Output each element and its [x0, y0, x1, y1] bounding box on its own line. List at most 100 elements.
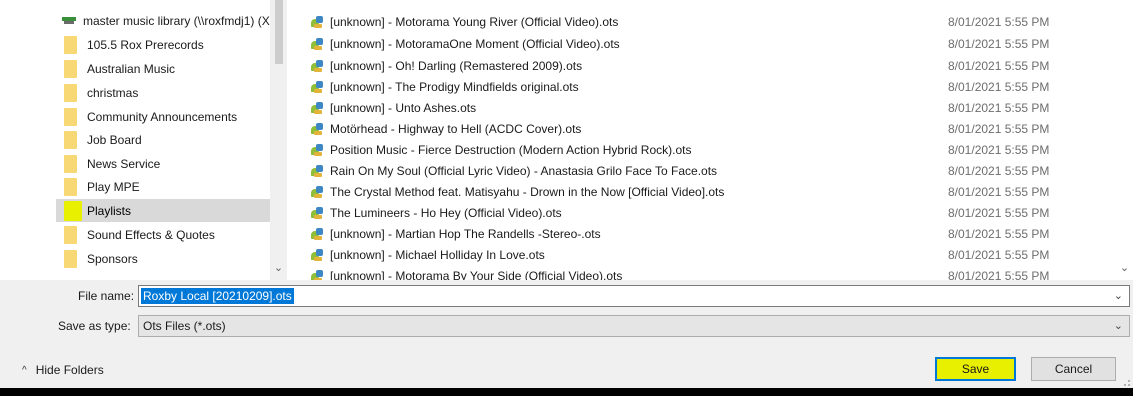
tree-item-label: Sound Effects & Quotes — [87, 227, 215, 242]
file-row[interactable]: [unknown] - Unto Ashes.ots 8/01/2021 5:5… — [296, 97, 1114, 118]
folder-icon — [64, 83, 77, 102]
file-date: 8/01/2021 5:55 PM — [948, 79, 1050, 94]
save-as-type-label: Save as type: — [58, 319, 131, 333]
file-date: 8/01/2021 5:55 PM — [948, 121, 1050, 136]
scroll-down-arrow-icon[interactable]: ⌄ — [272, 262, 285, 274]
file-date: 8/01/2021 5:55 PM — [948, 142, 1050, 157]
file-row[interactable]: [unknown] - MotoramaOne Moment (Official… — [296, 33, 1114, 54]
file-row[interactable]: The Lumineers - Ho Hey (Official Video).… — [296, 202, 1114, 223]
ots-file-icon — [310, 101, 324, 115]
tree-item-label: Australian Music — [87, 61, 176, 76]
chevron-down-icon[interactable]: ⌄ — [1114, 289, 1123, 302]
dialog-footer-panel: File name: Roxby Local [20210209].ots ⌄ … — [0, 280, 1133, 388]
tree-item-master-music-library[interactable]: master music library (\\roxfmdj1) (X:) — [62, 9, 288, 32]
folder-icon — [64, 130, 77, 149]
file-row[interactable]: [unknown] - Michael Holliday In Love.ots… — [296, 244, 1114, 265]
tree-scrollbar-thumb[interactable] — [275, 0, 283, 64]
window-bottom-edge — [0, 388, 1133, 396]
file-row[interactable]: The Crystal Method feat. Matisyahu - Dro… — [296, 181, 1114, 202]
file-name: [unknown] - Unto Ashes.ots — [330, 100, 477, 115]
file-name: Motörhead - Highway to Hell (ACDC Cover)… — [330, 121, 582, 136]
file-date: 8/01/2021 5:55 PM — [948, 226, 1050, 241]
file-name: [unknown] - Michael Holliday In Love.ots — [330, 247, 545, 262]
chevron-down-icon[interactable]: ⌄ — [1114, 319, 1123, 332]
tree-item-community-announcements[interactable]: Community Announcements — [44, 105, 270, 128]
tree-item-label: Play MPE — [87, 179, 140, 194]
save-as-type-select[interactable]: Ots Files (*.ots) ⌄ — [138, 315, 1130, 337]
file-name-input[interactable]: Roxby Local [20210209].ots ⌄ — [138, 285, 1130, 307]
file-date: 8/01/2021 5:55 PM — [948, 14, 1050, 29]
tree-item-australian-music[interactable]: Australian Music — [44, 57, 270, 80]
network-drive-icon — [62, 16, 76, 25]
scroll-down-arrow-icon[interactable]: ⌄ — [1118, 262, 1131, 274]
tree-item-sponsors[interactable]: Sponsors — [44, 247, 270, 270]
folder-icon — [64, 225, 77, 244]
save-as-dialog: master music library (\\roxfmdj1) (X:) 1… — [0, 0, 1133, 396]
tree-item-label: News Service — [87, 156, 161, 171]
folder-icon — [64, 177, 77, 196]
tree-item-label: 105.5 Rox Prerecords — [87, 37, 204, 52]
file-date: 8/01/2021 5:55 PM — [948, 58, 1050, 73]
file-name: [unknown] - Motorama Young River (Offici… — [330, 14, 619, 29]
tree-item-sound-effects-quotes[interactable]: Sound Effects & Quotes — [44, 223, 270, 246]
ots-file-icon — [310, 80, 324, 94]
tree-item-playlists[interactable]: Playlists — [56, 199, 270, 222]
file-name-input-value[interactable]: Roxby Local [20210209].ots — [141, 288, 294, 304]
tree-scrollbar[interactable]: ⌄ — [270, 0, 287, 280]
ots-file-icon — [310, 227, 324, 241]
file-name: Position Music - Fierce Destruction (Mod… — [330, 142, 692, 157]
tree-item-label: Job Board — [87, 132, 142, 147]
ots-file-icon — [310, 164, 324, 178]
ots-file-icon — [310, 185, 324, 199]
file-date: 8/01/2021 5:55 PM — [948, 184, 1050, 199]
folder-tree: master music library (\\roxfmdj1) (X:) 1… — [0, 0, 288, 280]
file-row[interactable]: [unknown] - Oh! Darling (Remastered 2009… — [296, 55, 1114, 76]
ots-file-icon — [310, 15, 324, 29]
ots-file-icon — [310, 122, 324, 136]
file-row[interactable]: Position Music - Fierce Destruction (Mod… — [296, 139, 1114, 160]
save-button[interactable]: Save — [935, 357, 1016, 381]
resize-grip-icon[interactable] — [1124, 380, 1130, 386]
file-name: [unknown] - MotoramaOne Moment (Official… — [330, 36, 620, 51]
file-date: 8/01/2021 5:55 PM — [948, 36, 1050, 51]
file-name: [unknown] - Motorama By Your Side (Offic… — [330, 268, 623, 281]
file-date: 8/01/2021 5:55 PM — [948, 163, 1050, 178]
tree-item-news-service[interactable]: News Service — [44, 152, 270, 175]
folder-icon — [64, 35, 77, 54]
file-row[interactable]: Rain On My Soul (Official Lyric Video) -… — [296, 160, 1114, 181]
file-list-scrollbar[interactable]: ⌄ — [1116, 0, 1133, 280]
tree-item-christmas[interactable]: christmas — [44, 81, 270, 104]
tree-item-label: Sponsors — [87, 251, 138, 266]
tree-item-play-mpe[interactable]: Play MPE — [44, 175, 270, 198]
file-name: The Crystal Method feat. Matisyahu - Dro… — [330, 184, 725, 199]
folder-icon — [64, 59, 77, 78]
ots-file-icon — [310, 59, 324, 73]
file-row[interactable]: [unknown] - Martian Hop The Randells -St… — [296, 223, 1114, 244]
cancel-button[interactable]: Cancel — [1031, 357, 1116, 381]
file-list: [unknown] - Motorama Young River (Offici… — [296, 0, 1116, 280]
folder-icon — [64, 154, 77, 173]
file-name: [unknown] - The Prodigy Mindfields origi… — [330, 79, 579, 94]
ots-file-icon — [310, 143, 324, 157]
folder-icon — [64, 107, 77, 126]
ots-file-icon — [310, 269, 324, 280]
file-row[interactable]: [unknown] - Motorama By Your Side (Offic… — [296, 265, 1114, 280]
file-name: Rain On My Soul (Official Lyric Video) -… — [330, 163, 718, 178]
file-row[interactable]: [unknown] - The Prodigy Mindfields origi… — [296, 76, 1114, 97]
ots-file-icon — [310, 37, 324, 51]
tree-item-job-board[interactable]: Job Board — [44, 128, 270, 151]
file-row[interactable]: Motörhead - Highway to Hell (ACDC Cover)… — [296, 118, 1114, 139]
file-date: 8/01/2021 5:55 PM — [948, 268, 1050, 281]
file-name-label: File name: — [78, 289, 135, 303]
ots-file-icon — [310, 248, 324, 262]
tree-item-label: master music library (\\roxfmdj1) (X:) — [83, 13, 278, 28]
folder-icon — [64, 249, 77, 268]
file-date: 8/01/2021 5:55 PM — [948, 205, 1050, 220]
tree-item-label: Playlists — [87, 203, 132, 218]
file-row[interactable]: [unknown] - Motorama Young River (Offici… — [296, 11, 1114, 32]
file-date: 8/01/2021 5:55 PM — [948, 247, 1050, 262]
file-name: [unknown] - Oh! Darling (Remastered 2009… — [330, 58, 583, 73]
hide-folders-button[interactable]: ^ Hide Folders — [22, 363, 104, 377]
file-name: [unknown] - Martian Hop The Randells -St… — [330, 226, 601, 241]
tree-item-105-5-rox-prerecords[interactable]: 105.5 Rox Prerecords — [44, 33, 270, 56]
